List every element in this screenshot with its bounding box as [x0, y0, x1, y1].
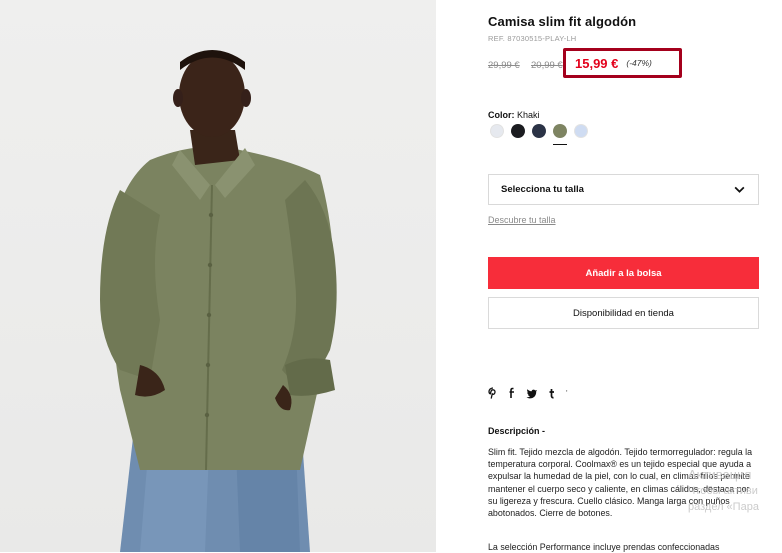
tumblr-icon[interactable] [548, 388, 556, 399]
add-to-bag-button[interactable]: Añadir a la bolsa [488, 257, 759, 289]
color-swatches [490, 124, 588, 145]
chevron-down-icon [734, 186, 745, 193]
description-title[interactable]: Descripción - [488, 426, 545, 436]
watermark-line-3: раздел «Пара [688, 501, 759, 513]
color-swatch-khaki[interactable] [553, 124, 567, 145]
store-availability-button[interactable]: Disponibilidad en tienda [488, 297, 759, 329]
color-swatch-navy[interactable] [532, 124, 546, 138]
current-price-highlight: 15,99 € (-47%) [563, 48, 682, 78]
original-price: 29,99 € [488, 60, 520, 71]
share-icons: ' [488, 387, 568, 399]
color-label-key: Color: [488, 110, 515, 120]
product-reference: REF. 87030515-PLAY-LH [488, 34, 577, 43]
color-label-value: Khaki [517, 110, 540, 120]
product-title: Camisa slim fit algodón [488, 14, 637, 29]
previous-price: 20,99 € [531, 60, 563, 71]
product-image[interactable] [0, 0, 436, 552]
size-guide-link[interactable]: Descubre tu talla [488, 215, 556, 225]
color-swatch-light-blue[interactable] [574, 124, 588, 138]
twitter-icon[interactable] [526, 388, 538, 399]
current-price: 15,99 € [575, 55, 619, 71]
size-select-dropdown[interactable]: Selecciona tu talla [488, 174, 759, 205]
color-label: Color: Khaki [488, 110, 540, 120]
watermark-line-2: Чтобы активи [688, 485, 758, 497]
color-swatch-white[interactable] [490, 124, 504, 138]
model-illustration [100, 50, 337, 552]
watermark-line-1: Активация [688, 467, 752, 482]
color-swatch-black[interactable] [511, 124, 525, 138]
windows-activation-watermark: Активация Чтобы активи раздел «Пара [688, 466, 759, 515]
more-share-icon[interactable]: ' [566, 389, 568, 398]
discount-badge: (-47%) [626, 58, 652, 68]
pinterest-icon[interactable] [488, 387, 498, 399]
facebook-icon[interactable] [508, 387, 516, 399]
description-more-text: La selección Performance incluye prendas… [488, 542, 720, 552]
size-select-label: Selecciona tu talla [501, 184, 584, 195]
